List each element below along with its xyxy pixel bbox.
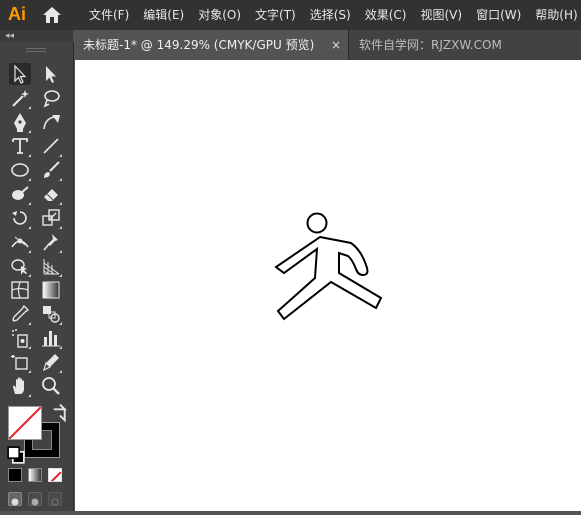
fill-color-swatch[interactable]	[8, 406, 42, 440]
magic-wand-tool-icon[interactable]	[9, 87, 31, 109]
curvature-tool-icon[interactable]	[40, 111, 62, 133]
toolbar-header: ◂◂	[0, 30, 73, 42]
blend-tool-icon[interactable]	[40, 303, 62, 325]
document-tab-bar: 未标题-1* @ 149.29% (CMYK/GPU 预览) × 软件自学网：R…	[75, 30, 581, 60]
app-logo: Ai	[8, 4, 26, 24]
menu-view[interactable]: 视图(V)	[420, 0, 462, 30]
menu-object[interactable]: 对象(O)	[198, 0, 241, 30]
shaper-tool-icon[interactable]	[9, 183, 31, 205]
menu-bar: Ai 文件(F) 编辑(E) 对象(O) 文字(T) 选择(S) 效果(C) 视…	[0, 0, 581, 30]
ellipse-tool-icon[interactable]	[9, 159, 31, 181]
puppet-warp-tool-icon[interactable]	[40, 231, 62, 253]
symbol-sprayer-tool-icon[interactable]	[9, 327, 31, 349]
scale-tool-icon[interactable]	[40, 207, 62, 229]
menu-items: 文件(F) 编辑(E) 对象(O) 文字(T) 选择(S) 效果(C) 视图(V…	[89, 0, 581, 30]
draw-inside-button[interactable]	[48, 492, 62, 506]
type-tool-icon[interactable]	[9, 135, 31, 157]
menu-help[interactable]: 帮助(H)	[535, 0, 577, 30]
default-fill-stroke-icon[interactable]	[5, 444, 25, 464]
draw-normal-button[interactable]	[8, 492, 22, 506]
swap-fill-stroke-icon[interactable]	[49, 403, 67, 423]
menu-type[interactable]: 文字(T)	[255, 0, 296, 30]
artboard-tool-icon[interactable]	[9, 351, 31, 373]
paintbrush-tool-icon[interactable]	[40, 159, 62, 181]
selection-tool-icon[interactable]	[9, 63, 31, 85]
none-mode-button[interactable]	[48, 468, 62, 482]
tab-close-button[interactable]: ×	[331, 30, 341, 60]
running-figure-artwork	[274, 212, 383, 321]
hand-tool-icon[interactable]	[9, 375, 31, 397]
color-mode-button[interactable]	[8, 468, 22, 482]
menu-window[interactable]: 窗口(W)	[476, 0, 521, 30]
pen-tool-icon[interactable]	[9, 111, 31, 133]
collapse-panel-icon[interactable]: ◂◂	[5, 30, 14, 42]
artboard-canvas[interactable]	[75, 60, 581, 511]
menu-edit[interactable]: 编辑(E)	[143, 0, 184, 30]
tab-document-inactive[interactable]: 软件自学网：RJZXW.COM	[359, 30, 502, 60]
lasso-tool-icon[interactable]	[40, 87, 62, 109]
rotate-tool-icon[interactable]	[9, 207, 31, 229]
perspective-grid-tool-icon[interactable]	[40, 255, 62, 277]
menu-select[interactable]: 选择(S)	[310, 0, 351, 30]
line-segment-tool-icon[interactable]	[40, 135, 62, 157]
gradient-tool-icon[interactable]	[40, 279, 62, 301]
gradient-mode-button[interactable]	[28, 468, 42, 482]
toolbar-grip[interactable]	[0, 42, 73, 60]
tab-document-active[interactable]: 未标题-1* @ 149.29% (CMYK/GPU 预览) ×	[75, 30, 349, 60]
slice-tool-icon[interactable]	[40, 351, 62, 373]
eyedropper-tool-icon[interactable]	[9, 303, 31, 325]
column-graph-tool-icon[interactable]	[40, 327, 62, 349]
shape-builder-tool-icon[interactable]	[9, 255, 31, 277]
direct-selection-tool-icon[interactable]	[40, 63, 62, 85]
home-icon[interactable]	[42, 6, 62, 24]
menu-file[interactable]: 文件(F)	[89, 0, 129, 30]
width-tool-icon[interactable]	[9, 231, 31, 253]
zoom-tool-icon[interactable]	[40, 375, 62, 397]
eraser-tool-icon[interactable]	[40, 183, 62, 205]
tab-title: 未标题-1* @ 149.29% (CMYK/GPU 预览)	[83, 38, 315, 52]
mesh-tool-icon[interactable]	[9, 279, 31, 301]
draw-behind-button[interactable]	[28, 492, 42, 506]
menu-effect[interactable]: 效果(C)	[365, 0, 407, 30]
